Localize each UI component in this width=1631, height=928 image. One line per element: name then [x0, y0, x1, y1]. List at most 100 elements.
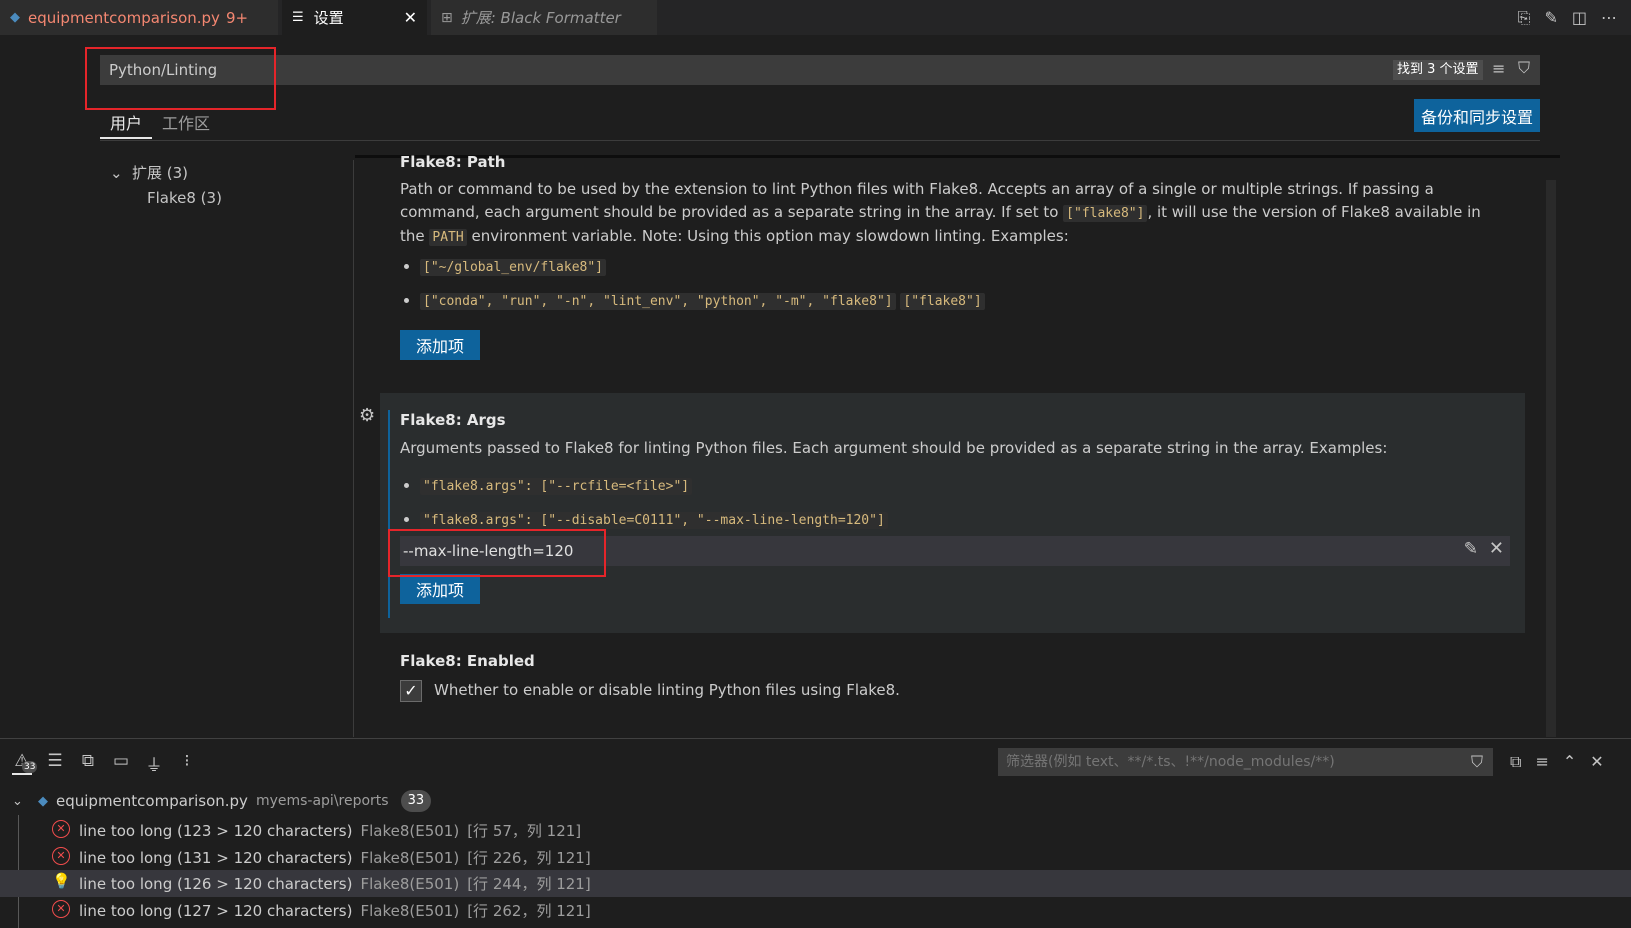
problem-text: line too long (126 > 120 characters) Flak…: [79, 873, 591, 894]
inline-code: ["flake8"]: [1063, 204, 1148, 222]
collapse-all-icon[interactable]: ⧉: [1510, 752, 1521, 772]
view-as-list-icon[interactable]: ≡: [1535, 752, 1548, 772]
problem-source: Flake8(E501): [360, 822, 460, 840]
problem-text: line too long (131 > 120 characters) Flak…: [79, 847, 591, 868]
tab-workspace[interactable]: 工作区: [162, 110, 210, 134]
plug-icon: ⏚: [145, 756, 163, 776]
settings-scrollbar[interactable]: [1546, 180, 1556, 737]
split-editor-icon[interactable]: ◫: [1572, 8, 1587, 27]
backup-sync-button[interactable]: 备份和同步设置: [1413, 99, 1540, 132]
debug-console-icon: ⧉: [81, 751, 95, 771]
terminal-icon: ▭: [112, 751, 130, 771]
toc-divider: [353, 160, 354, 737]
brackets-icon: ⁝: [184, 751, 190, 771]
ports-tab[interactable]: ⏚: [144, 751, 164, 776]
setting-title: Flake8: Path: [400, 153, 505, 171]
problem-message: line too long (126 > 120 characters): [79, 875, 353, 893]
remove-item-icon[interactable]: ✕: [1489, 538, 1504, 559]
examples-list: "flake8.args": ["--rcfile=<file>"] "flak…: [370, 469, 1520, 537]
python-file-icon: ◆: [10, 10, 20, 25]
add-item-button[interactable]: 添加项: [400, 574, 481, 604]
tab-user[interactable]: 用户: [110, 110, 142, 134]
error-icon: ✕: [52, 900, 70, 918]
settings-scope-tabs: 用户 工作区 备份和同步设置: [100, 99, 1540, 141]
tab-problem-badge: 9+: [225, 8, 249, 27]
example-code: "flake8.args": ["--rcfile=<file>"]: [420, 478, 693, 495]
setting-name: Enabled: [466, 652, 535, 670]
search-result-count: 找到 3 个设置: [1393, 60, 1483, 80]
edit-item-icon[interactable]: ✎: [1464, 539, 1478, 559]
setting-category: Flake8:: [400, 652, 467, 670]
problem-position: [行 226，列 121]: [467, 849, 591, 867]
inline-code: PATH: [429, 229, 467, 246]
clear-filter-icon[interactable]: ≡: [1492, 59, 1505, 78]
tab-extension-black-formatter[interactable]: ⊞ 扩展: Black Formatter: [431, 0, 657, 35]
file-problem-count: 33: [400, 790, 432, 812]
terminal-tab[interactable]: ▭: [111, 751, 131, 773]
close-panel-icon[interactable]: ✕: [1590, 752, 1603, 772]
enabled-checkbox[interactable]: ✓: [400, 680, 422, 702]
args-list-item[interactable]: --max-line-length=120 ✎ ✕: [400, 536, 1510, 566]
problems-count-badge: 33: [22, 761, 38, 773]
tab-file-label: equipmentcomparison.py: [28, 8, 220, 27]
problem-source: Flake8(E501): [360, 902, 460, 920]
add-item-button[interactable]: 添加项: [400, 330, 481, 360]
active-tab-indicator: [100, 137, 152, 139]
open-settings-json-icon[interactable]: ⎘: [1518, 8, 1531, 28]
list-item: ["conda", "run", "-n", "lint_env", "pyth…: [420, 284, 1520, 318]
problem-row-selected[interactable]: 💡 line too long (126 > 120 characters) Fl…: [0, 870, 1631, 897]
example-code: ["~/global_env/flake8"]: [420, 259, 607, 276]
setting-title: Flake8: Enabled: [400, 652, 535, 670]
close-tab-icon[interactable]: ✕: [404, 8, 417, 27]
setting-category: Flake8:: [400, 153, 467, 171]
problem-position: [行 244，列 121]: [467, 875, 591, 893]
problem-row[interactable]: ✕ line too long (131 > 120 characters) Fl…: [0, 844, 1631, 871]
args-item-value: --max-line-length=120: [403, 542, 574, 560]
tab-settings-label: 设置: [313, 9, 344, 27]
gitlens-tab[interactable]: ⁝: [177, 751, 197, 773]
output-tab[interactable]: ☰: [45, 751, 65, 773]
setting-title: Flake8: Args: [400, 411, 506, 429]
problem-source: Flake8(E501): [360, 849, 460, 867]
desc-text: environment variable. Note: Using this o…: [466, 227, 1069, 245]
maximize-panel-icon[interactable]: ⌃: [1563, 752, 1576, 772]
chevron-down-icon: ⌄: [110, 164, 123, 182]
setting-description: Path or command to be used by the extens…: [400, 178, 1510, 250]
problem-message: line too long (131 > 120 characters): [79, 849, 353, 867]
list-item: ["~/global_env/flake8"]: [420, 250, 1520, 284]
toc-flake8[interactable]: Flake8 (3): [147, 189, 222, 207]
tab-equipmentcomparison[interactable]: ◆ equipmentcomparison.py 9+: [0, 0, 278, 35]
editor-tab-bar: ◆ equipmentcomparison.py 9+ ☰ 设置 ✕ ⊞ 扩展:…: [0, 0, 1631, 35]
gear-icon[interactable]: ⚙: [359, 405, 375, 426]
error-icon: ✕: [52, 820, 70, 838]
tab-settings[interactable]: ☰ 设置 ✕: [282, 0, 427, 35]
more-actions-icon[interactable]: ⋯: [1601, 8, 1617, 27]
problem-row[interactable]: ✕ line too long (123 > 120 characters) Fl…: [0, 817, 1631, 844]
problem-position: [行 262，列 121]: [467, 902, 591, 920]
example-code: ["conda", "run", "-n", "lint_env", "pyth…: [420, 293, 896, 310]
file-path: myems-api\reports: [255, 793, 389, 809]
filter-icon[interactable]: ⛉: [1471, 752, 1483, 772]
debug-console-tab[interactable]: ⧉: [78, 751, 98, 773]
examples-list: ["~/global_env/flake8"] ["conda", "run",…: [370, 250, 1520, 318]
problems-filter-input[interactable]: [998, 748, 1454, 776]
list-item: "flake8.args": ["--disable=C0111", "--ma…: [420, 503, 1520, 537]
problems-file-row[interactable]: ⌄ ◆ equipmentcomparison.py myems-api\rep…: [12, 789, 432, 813]
enabled-description: Whether to enable or disable linting Pyt…: [434, 681, 900, 699]
settings-search-input[interactable]: [100, 55, 1358, 85]
lightbulb-icon[interactable]: 💡: [52, 873, 71, 889]
edit-icon[interactable]: ✎: [1544, 8, 1557, 27]
problem-position: [行 57，列 121]: [467, 822, 582, 840]
scroll-shadow: [355, 155, 1560, 158]
output-icon: ☰: [47, 751, 63, 771]
error-icon: ✕: [52, 847, 70, 865]
problems-tab[interactable]: ⚠ 33: [12, 751, 38, 775]
file-name: equipmentcomparison.py: [56, 792, 248, 810]
setting-description: Arguments passed to Flake8 for linting P…: [400, 439, 1388, 457]
toc-extensions[interactable]: ⌄ 扩展 (3): [110, 162, 188, 183]
problem-text: line too long (123 > 120 characters) Flak…: [79, 820, 581, 841]
problem-text: line too long (127 > 120 characters) Flak…: [79, 900, 591, 921]
problem-source: Flake8(E501): [360, 875, 460, 893]
filter-icon[interactable]: ⛉: [1518, 58, 1530, 78]
problem-row[interactable]: ✕ line too long (127 > 120 characters) Fl…: [0, 897, 1631, 924]
